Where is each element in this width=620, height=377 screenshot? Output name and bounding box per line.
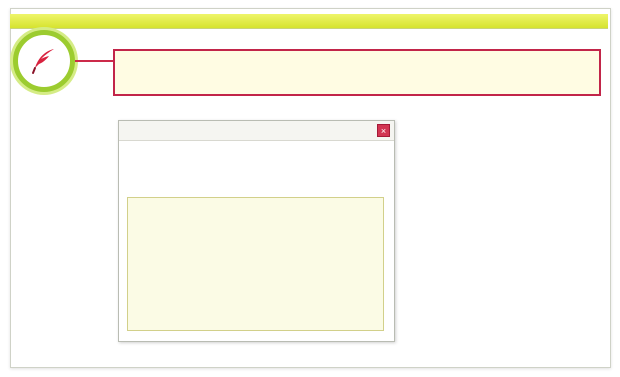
callout-message — [113, 49, 601, 96]
feedback-dialog: × — [118, 120, 395, 342]
window-topbar — [10, 14, 608, 29]
dialog-titlebar[interactable]: × — [119, 121, 394, 141]
callout-connector — [75, 60, 113, 62]
quill-pen-icon — [32, 49, 54, 74]
feedback-textarea[interactable] — [127, 197, 384, 331]
close-icon: × — [380, 126, 387, 136]
app-badge — [13, 30, 75, 92]
close-button[interactable]: × — [377, 124, 390, 137]
